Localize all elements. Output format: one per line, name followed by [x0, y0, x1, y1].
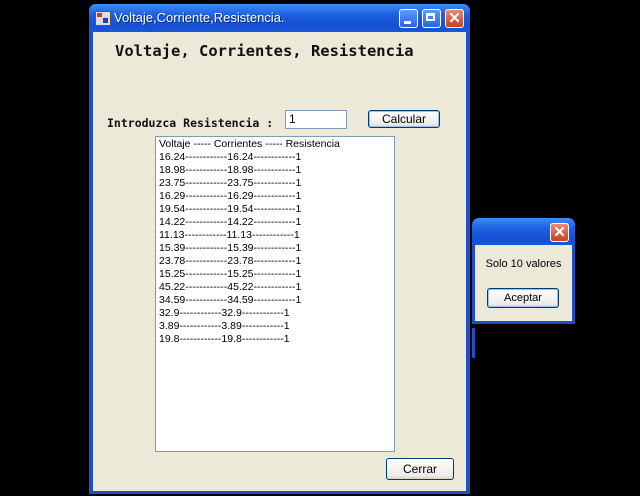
list-item[interactable]: 45.22------------45.22------------1	[159, 281, 391, 294]
app-icon[interactable]	[95, 11, 111, 26]
results-listbox[interactable]: Voltaje ----- Corrientes ----- Resistenc…	[155, 136, 395, 452]
list-item[interactable]: 19.8------------19.8------------1	[159, 333, 391, 346]
resistance-label: Introduzca Resistencia :	[107, 116, 274, 130]
window-edge-artifact	[472, 328, 475, 358]
list-item[interactable]: 15.25------------15.25------------1	[159, 268, 391, 281]
window-client-area: Voltaje, Corrientes, Resistencia Introdu…	[93, 32, 466, 491]
list-item[interactable]: 23.78------------23.78------------1	[159, 255, 391, 268]
list-item[interactable]: 19.54------------19.54------------1	[159, 203, 391, 216]
close-button[interactable]: Cerrar	[386, 458, 454, 480]
close-window-button[interactable]: ✕	[445, 9, 464, 28]
resistance-input[interactable]: 1	[285, 110, 347, 129]
maximize-button[interactable]	[422, 9, 441, 28]
window-title: Voltaje,Corriente,Resistencia.	[114, 10, 285, 25]
list-item[interactable]: 16.24------------16.24------------1	[159, 151, 391, 164]
list-item[interactable]: 14.22------------14.22------------1	[159, 216, 391, 229]
calculate-button[interactable]: Calcular	[368, 110, 440, 128]
ok-button[interactable]: Aceptar	[487, 288, 559, 308]
page-title: Voltaje, Corrientes, Resistencia	[115, 42, 414, 60]
minimize-button[interactable]	[399, 9, 418, 28]
title-bar[interactable]: Voltaje,Corriente,Resistencia. ✕	[89, 4, 470, 32]
list-item[interactable]: 23.75------------23.75------------1	[159, 177, 391, 190]
list-item[interactable]: 34.59------------34.59------------1	[159, 294, 391, 307]
list-item[interactable]: 3.89------------3.89------------1	[159, 320, 391, 333]
list-item[interactable]: 32.9------------32.9------------1	[159, 307, 391, 320]
list-item[interactable]: 15.39------------15.39------------1	[159, 242, 391, 255]
list-item[interactable]: 16.29------------16.29------------1	[159, 190, 391, 203]
dialog-message: Solo 10 valores	[485, 258, 562, 270]
message-dialog: ✕ Solo 10 valores Aceptar	[472, 218, 575, 324]
dialog-client-area: Solo 10 valores Aceptar	[475, 245, 572, 321]
dialog-title-bar[interactable]: ✕	[472, 218, 575, 245]
close-icon: ✕	[553, 224, 566, 241]
list-item[interactable]: 11.13------------11.13------------1	[159, 229, 391, 242]
list-header[interactable]: Voltaje ----- Corrientes ----- Resistenc…	[159, 138, 391, 151]
list-item[interactable]: 18.98------------18.98------------1	[159, 164, 391, 177]
close-icon: ✕	[448, 10, 461, 27]
dialog-close-button[interactable]: ✕	[550, 223, 569, 242]
main-window: Voltaje,Corriente,Resistencia. ✕ Voltaje…	[89, 4, 470, 494]
